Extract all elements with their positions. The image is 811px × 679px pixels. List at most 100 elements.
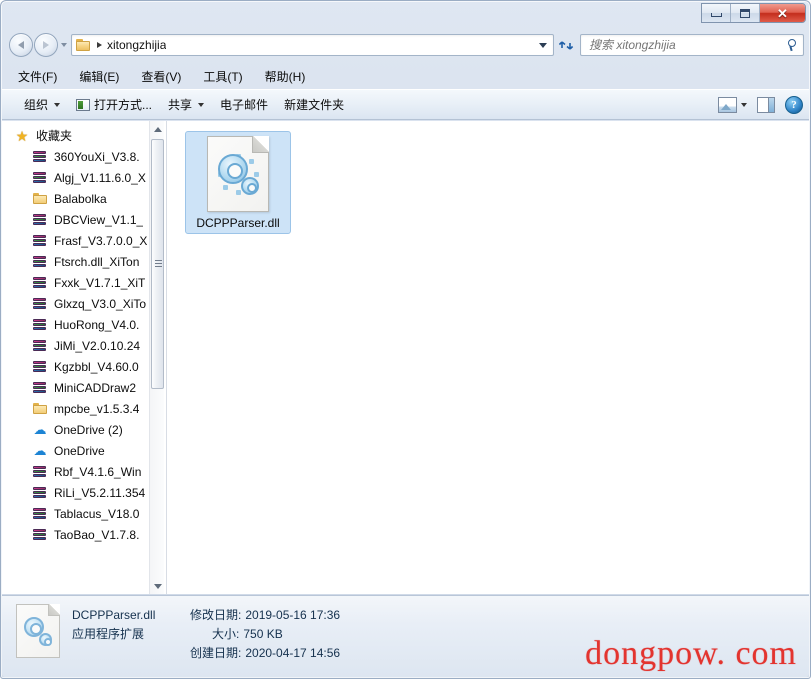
back-button[interactable] xyxy=(9,33,33,57)
recent-pages-button[interactable] xyxy=(59,33,69,57)
chevron-down-icon[interactable] xyxy=(741,102,747,107)
sidebar-item-label: OneDrive (2) xyxy=(54,422,123,437)
sidebar-item[interactable]: Fxxk_V1.7.1_XiT xyxy=(2,272,166,293)
sidebar-item[interactable]: Glxzq_V3.0_XiTo xyxy=(2,293,166,314)
detail-file-type: 应用程序扩展 xyxy=(72,627,145,641)
title-bar: ✕ xyxy=(1,1,810,27)
share-button[interactable]: 共享 xyxy=(160,93,212,116)
maximize-button[interactable] xyxy=(731,4,760,22)
sidebar-item[interactable]: Tablacus_V18.0 xyxy=(2,503,166,524)
rar-archive-icon xyxy=(32,212,48,228)
minimize-icon xyxy=(710,13,722,17)
sidebar-item[interactable]: MiniCADDraw2 xyxy=(2,377,166,398)
refresh-icon xyxy=(558,40,573,50)
dll-gears-icon xyxy=(207,136,269,212)
search-input[interactable] xyxy=(587,37,786,53)
scroll-up-button[interactable] xyxy=(150,121,165,137)
file-item-dcppparser[interactable]: DCPPParser.dll xyxy=(185,131,291,234)
sidebar-item-label: 360YouXi_V3.8. xyxy=(54,149,140,164)
sidebar-item[interactable]: JiMi_V2.0.10.24 xyxy=(2,335,166,356)
menu-item-tools[interactable]: 工具(T) xyxy=(200,66,245,87)
breadcrumb-separator-icon[interactable] xyxy=(97,42,102,48)
sidebar-item[interactable]: HuoRong_V4.0. xyxy=(2,314,166,335)
sidebar-group-label: 收藏夹 xyxy=(36,129,73,143)
caret-down-icon xyxy=(153,583,162,589)
rar-archive-icon xyxy=(32,527,48,543)
scroll-down-button[interactable] xyxy=(150,578,165,594)
organize-button[interactable]: 组织 xyxy=(16,93,68,116)
sidebar-item[interactable]: 360YouXi_V3.8. xyxy=(2,146,166,167)
forward-arrow-icon xyxy=(43,41,49,49)
search-box[interactable] xyxy=(580,34,804,56)
explorer-window: ✕ xitongzhijia 搜索 xitongzhijia 文件(F) 编辑(… xyxy=(0,0,811,679)
navigation-buttons xyxy=(9,33,69,57)
rar-archive-icon xyxy=(32,380,48,396)
sidebar-group-favorites[interactable]: ★ 收藏夹 xyxy=(2,125,166,146)
sidebar-item[interactable]: ☁ OneDrive xyxy=(2,440,166,461)
organize-label: 组织 xyxy=(24,98,49,112)
rar-archive-icon xyxy=(32,275,48,291)
sidebar-item[interactable]: ☁ OneDrive (2) xyxy=(2,419,166,440)
sidebar-item[interactable]: Frasf_V3.7.0.0_X xyxy=(2,230,166,251)
sidebar-item-label: TaoBao_V1.7.8. xyxy=(54,527,140,542)
menu-item-view[interactable]: 查看(V) xyxy=(138,66,184,87)
sidebar-scrollbar[interactable] xyxy=(149,121,164,594)
toolbar-right-group: ? xyxy=(718,95,803,114)
sidebar-item-label: Rbf_V4.1.6_Win xyxy=(54,464,142,479)
help-icon[interactable]: ? xyxy=(785,95,803,114)
refresh-button[interactable] xyxy=(555,34,577,56)
menu-item-help[interactable]: 帮助(H) xyxy=(262,66,309,87)
rar-archive-icon xyxy=(32,485,48,501)
command-toolbar: 组织 打开方式... 共享 电子邮件 新建文件夹 ? xyxy=(2,89,809,120)
folder-icon xyxy=(76,38,91,52)
sidebar-item-label: HuoRong_V4.0. xyxy=(54,317,140,332)
sidebar-item[interactable]: Ftsrch.dll_XiTon xyxy=(2,251,166,272)
sidebar-item[interactable]: RiLi_V5.2.11.354 xyxy=(2,482,166,503)
sidebar-item[interactable]: mpcbe_v1.5.3.4 xyxy=(2,398,166,419)
open-with-button[interactable]: 打开方式... xyxy=(68,93,160,116)
sidebar-item[interactable]: Kgzbbl_V4.60.0 xyxy=(2,356,166,377)
sidebar-item[interactable]: Algj_V1.11.6.0_X xyxy=(2,167,166,188)
navigation-list: ★ 收藏夹 360YouXi_V3.8. Algj_V1.11.6.0_X Balabo… xyxy=(2,121,166,545)
file-list-pane[interactable]: DCPPParser.dll xyxy=(167,121,809,594)
rar-archive-icon xyxy=(32,338,48,354)
sidebar-item[interactable]: DBCView_V1.1_ xyxy=(2,209,166,230)
email-button[interactable]: 电子邮件 xyxy=(212,93,276,116)
sidebar-item[interactable]: TaoBao_V1.7.8. xyxy=(2,524,166,545)
breadcrumb-dropdown-button[interactable] xyxy=(535,35,551,55)
details-pane: DCPPParser.dll 修改日期: 2019-05-16 17:36 应用… xyxy=(2,595,809,677)
onedrive-cloud-icon: ☁ xyxy=(33,442,47,458)
preview-pane-icon[interactable] xyxy=(757,96,775,113)
sidebar-item-label: Balabolka xyxy=(54,191,107,206)
menu-item-file[interactable]: 文件(F) xyxy=(15,66,60,87)
sidebar-item[interactable]: Balabolka xyxy=(2,188,166,209)
detail-created-label: 创建日期: xyxy=(190,646,242,660)
rar-archive-icon xyxy=(32,170,48,186)
new-folder-label: 新建文件夹 xyxy=(284,98,345,112)
onedrive-cloud-icon: ☁ xyxy=(33,421,47,437)
search-icon[interactable] xyxy=(786,38,800,52)
address-bar-row: xitongzhijia xyxy=(1,29,810,61)
detail-row-name-modified: DCPPParser.dll 修改日期: 2019-05-16 17:36 xyxy=(72,606,340,623)
breadcrumb[interactable]: xitongzhijia xyxy=(71,34,554,56)
share-label: 共享 xyxy=(168,98,193,112)
sidebar-item[interactable]: Rbf_V4.1.6_Win xyxy=(2,461,166,482)
sidebar-item-label: Ftsrch.dll_XiTon xyxy=(54,254,140,269)
forward-button[interactable] xyxy=(34,33,58,57)
folder-icon xyxy=(32,191,48,207)
minimize-button[interactable] xyxy=(702,4,731,22)
new-folder-button[interactable]: 新建文件夹 xyxy=(276,93,352,116)
close-button[interactable]: ✕ xyxy=(760,4,805,22)
folder-icon xyxy=(32,401,48,417)
explorer-body: ★ 收藏夹 360YouXi_V3.8. Algj_V1.11.6.0_X Balabo… xyxy=(2,121,809,594)
detail-size-value: 750 KB xyxy=(243,627,283,641)
sidebar-item-label: Frasf_V3.7.0.0_X xyxy=(54,233,148,248)
scrollbar-thumb[interactable] xyxy=(151,139,164,389)
change-view-icon[interactable] xyxy=(718,96,737,113)
chevron-down-icon xyxy=(539,42,547,48)
chevron-down-icon xyxy=(198,102,205,107)
menu-item-edit[interactable]: 编辑(E) xyxy=(76,66,122,87)
detail-file-name: DCPPParser.dll xyxy=(72,608,156,622)
sidebar-item-label: MiniCADDraw2 xyxy=(54,380,137,395)
rar-archive-icon xyxy=(32,506,48,522)
